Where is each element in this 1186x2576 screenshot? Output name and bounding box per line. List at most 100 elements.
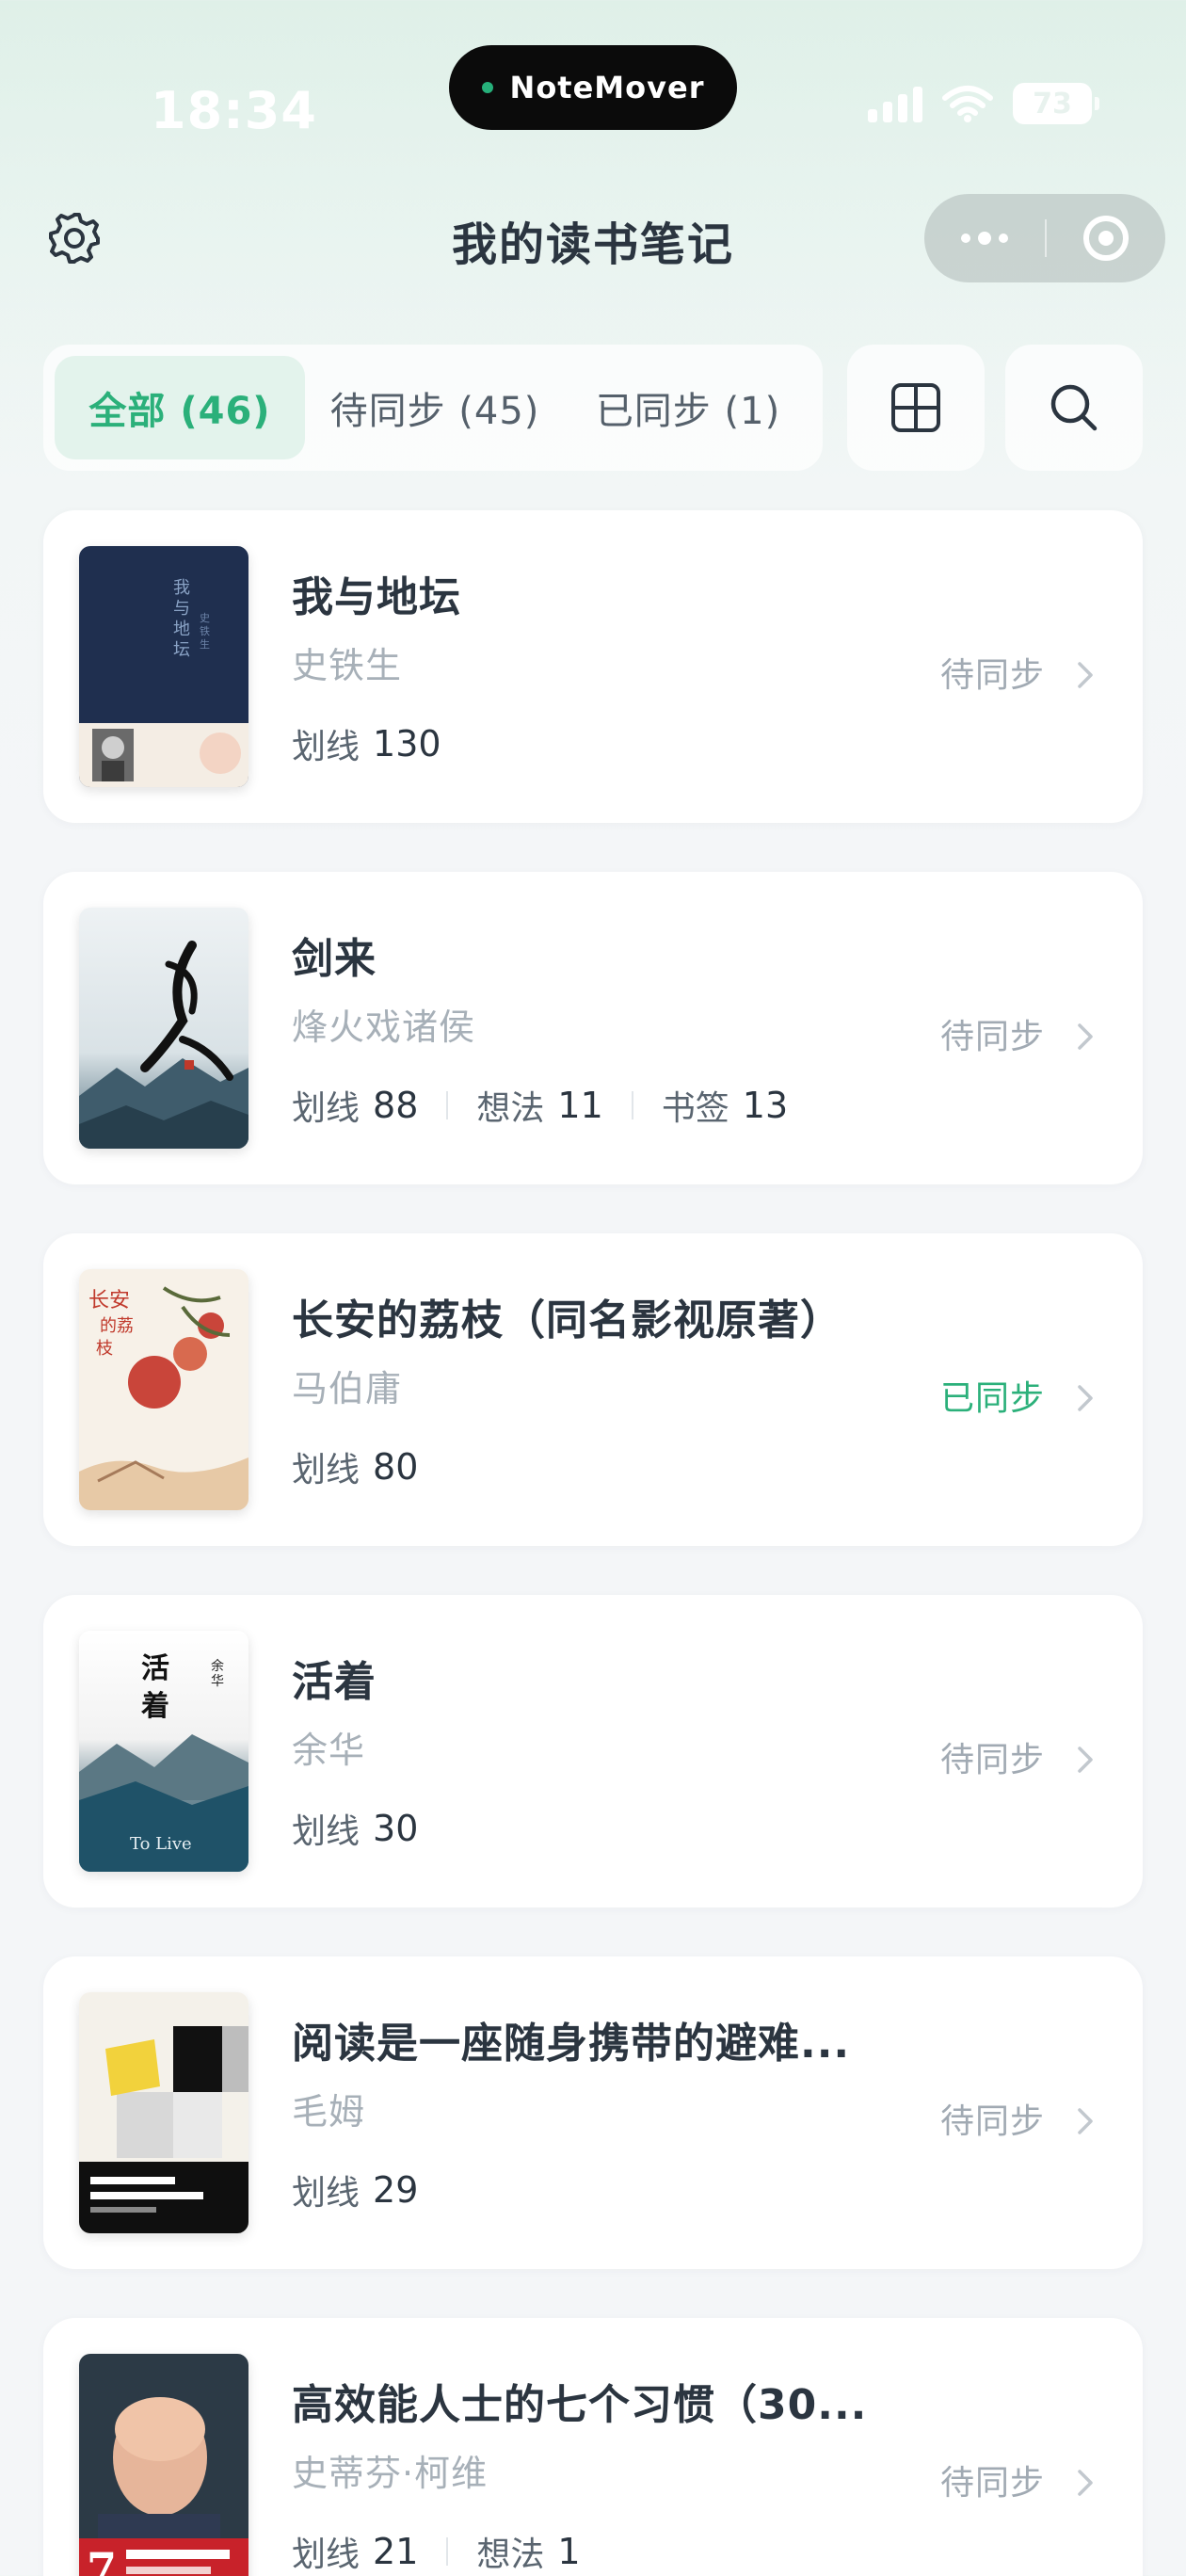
book-title: 高效能人士的七个习惯（30... — [292, 2381, 868, 2429]
book-title: 我与地坛 — [292, 573, 461, 621]
sync-status: 待同步 — [939, 2464, 1045, 2503]
book-title: 活着 — [292, 1658, 377, 1706]
tab-synced[interactable]: 已同步 (1) — [565, 356, 811, 459]
stat-label: 划线 — [292, 1451, 361, 1489]
book-author: 烽火戏诸侯 — [292, 1006, 476, 1048]
book-list: 我 与 地 坛 史 铁 生 我与地坛 史铁生 划线 130 待同步 剑来 烽火戏… — [43, 510, 1143, 2576]
stat-label: 想法 — [476, 2536, 545, 2574]
chevron-right-icon — [1078, 1023, 1093, 1050]
stat-label: 划线 — [292, 1089, 361, 1128]
svg-text:我: 我 — [173, 578, 190, 598]
svg-text:史: 史 — [200, 612, 210, 624]
svg-text:着: 着 — [141, 1690, 169, 1723]
stat-highlights: 划线 130 — [292, 719, 441, 768]
book-card[interactable]: 活 着 余 华 To Live 活着 余华 划线 30 待同步 — [43, 1595, 1143, 1908]
highlights-count: 130 — [373, 723, 441, 765]
book-card[interactable]: 7 高效能人士的七个习惯（30... 史蒂芬·柯维 划线 21 想法 1 待同步 — [43, 2318, 1143, 2576]
stat-label: 划线 — [292, 2536, 361, 2574]
book-author: 马伯庸 — [292, 1368, 403, 1409]
stat-thoughts: 想法 11 — [476, 1081, 602, 1130]
svg-text:铁: 铁 — [200, 625, 210, 637]
search-button[interactable] — [1005, 345, 1143, 471]
thoughts-count: 1 — [557, 2531, 581, 2572]
chevron-right-icon — [1078, 662, 1093, 688]
stat-label: 书签 — [661, 1089, 729, 1128]
book-card[interactable]: 阅读是一座随身携带的避难... 毛姆 划线 29 待同步 — [43, 1956, 1143, 2269]
stat-bookmarks: 书签 13 — [662, 1081, 788, 1130]
sync-status: 待同步 — [939, 2102, 1045, 2141]
island-activity-dot — [481, 82, 493, 93]
svg-text:To Live: To Live — [130, 1834, 192, 1854]
more-dots-icon[interactable] — [924, 194, 1045, 282]
battery-level: 73 — [1033, 87, 1072, 121]
svg-text:与: 与 — [173, 599, 190, 619]
book-title: 阅读是一座随身携带的避难... — [292, 2020, 851, 2068]
mini-program-capsule — [924, 194, 1165, 282]
svg-text:地: 地 — [173, 620, 190, 639]
status-bar: 18:34 NoteMover 73 — [0, 0, 1186, 188]
stat-divider — [631, 1091, 633, 1119]
battery-icon: 73 — [1013, 83, 1099, 124]
stat-highlights: 划线 88 — [292, 1081, 418, 1130]
book-author: 毛姆 — [292, 2091, 366, 2133]
book-card[interactable]: 我 与 地 坛 史 铁 生 我与地坛 史铁生 划线 130 待同步 — [43, 510, 1143, 823]
stat-label: 想法 — [476, 1089, 545, 1128]
dynamic-island[interactable]: NoteMover — [449, 45, 737, 130]
stat-divider — [446, 2537, 449, 2566]
highlights-count: 30 — [373, 1808, 419, 1849]
sync-status: 待同步 — [939, 1741, 1045, 1779]
book-cover — [79, 908, 248, 1149]
svg-text:坛: 坛 — [173, 640, 190, 660]
svg-text:长安: 长安 — [88, 1289, 130, 1312]
book-card[interactable]: 剑来 烽火戏诸侯 划线 88 想法 11 书签 13 待同步 — [43, 872, 1143, 1184]
highlights-count: 29 — [373, 2169, 419, 2211]
chevron-right-icon — [1078, 2108, 1093, 2134]
thoughts-count: 11 — [557, 1085, 603, 1126]
target-close-icon[interactable] — [1047, 194, 1165, 282]
book-cover: 我 与 地 坛 史 铁 生 — [79, 546, 248, 787]
tab-pending[interactable]: 待同步 (45) — [305, 356, 565, 459]
stat-highlights: 划线 30 — [292, 1804, 418, 1853]
svg-text:枝: 枝 — [96, 1339, 113, 1359]
book-card[interactable]: 长安 的荔 枝 长安的荔枝（同名影视原著） 马伯庸 划线 80 已同步 — [43, 1233, 1143, 1546]
status-time: 18:34 — [151, 81, 317, 140]
book-title: 剑来 — [292, 935, 377, 983]
search-icon — [1050, 384, 1098, 431]
book-author: 史蒂芬·柯维 — [292, 2453, 489, 2494]
svg-text:华: 华 — [211, 1674, 224, 1689]
island-label: NoteMover — [509, 70, 705, 105]
tab-all[interactable]: 全部 (46) — [55, 356, 305, 459]
svg-text:生: 生 — [200, 637, 210, 651]
book-stats: 划线 88 想法 11 书签 13 — [292, 1081, 788, 1130]
book-author: 余华 — [292, 1730, 366, 1771]
stat-divider — [446, 1091, 449, 1119]
stat-highlights: 划线 21 — [292, 2527, 418, 2576]
book-author: 史铁生 — [292, 645, 403, 686]
svg-text:活: 活 — [141, 1652, 169, 1685]
svg-text:的荔: 的荔 — [100, 1316, 134, 1336]
sync-status: 待同步 — [939, 1018, 1045, 1056]
stat-thoughts: 想法 1 — [476, 2527, 580, 2576]
book-stats: 划线 29 — [292, 2165, 418, 2214]
book-cover: 长安 的荔 枝 — [79, 1269, 248, 1510]
filter-tabs: 全部 (46) 待同步 (45) 已同步 (1) — [43, 345, 823, 471]
chevron-right-icon — [1078, 1385, 1093, 1411]
book-cover — [79, 1992, 248, 2233]
highlights-count: 80 — [373, 1446, 419, 1488]
chevron-right-icon — [1078, 2470, 1093, 2496]
stat-highlights: 划线 29 — [292, 2165, 418, 2214]
grid-view-icon — [891, 383, 940, 432]
book-cover: 7 — [79, 2354, 248, 2576]
stat-label: 划线 — [292, 1812, 361, 1851]
grid-view-button[interactable] — [847, 345, 985, 471]
book-stats: 划线 21 想法 1 — [292, 2527, 581, 2576]
svg-text:7: 7 — [87, 2543, 117, 2576]
book-cover: 活 着 余 华 To Live — [79, 1631, 248, 1872]
book-stats: 划线 130 — [292, 719, 441, 768]
chevron-right-icon — [1078, 1747, 1093, 1773]
sync-status: 待同步 — [939, 656, 1045, 695]
bookmarks-count: 13 — [742, 1085, 789, 1126]
stat-label: 划线 — [292, 2174, 361, 2213]
book-stats: 划线 30 — [292, 1804, 418, 1853]
book-stats: 划线 80 — [292, 1442, 418, 1491]
